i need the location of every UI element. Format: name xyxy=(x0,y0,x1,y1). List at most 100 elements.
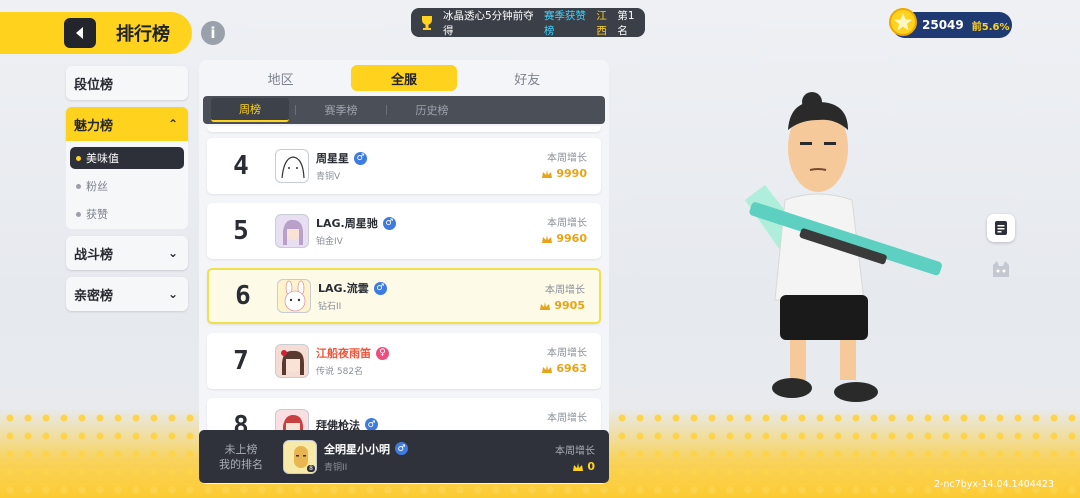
player-name-text: 全明星小小明 xyxy=(324,442,390,456)
growth-label: 本周增长 xyxy=(545,285,585,296)
tab-divider xyxy=(386,105,387,115)
player-name: 全明星小小明 ♂ xyxy=(324,441,408,457)
sidebar-item-label: 亲密榜 xyxy=(74,288,114,304)
notes-button[interactable] xyxy=(987,214,1015,242)
table-row[interactable]: 5 LAG.周星驰 ♂ 铂金IV 本周增长 9960 xyxy=(207,203,601,259)
growth-label: 本周增长 xyxy=(555,446,595,457)
player-name-text: LAG.流雲 xyxy=(318,282,369,295)
rank-number: 6 xyxy=(235,281,251,311)
table-row[interactable]: 6 LAG.流雲 ♂ 钻石II 本周增长 9905 xyxy=(207,268,601,324)
table-row[interactable]: 7 江船夜雨笛 ♀ 传说 582名 本周增长 6963 xyxy=(207,333,601,389)
currency-percent: 前5.6% xyxy=(971,21,1010,33)
player-character xyxy=(745,92,942,402)
player-name-text: 江船夜雨笛 xyxy=(316,347,371,360)
table-row xyxy=(207,126,601,132)
avatar[interactable] xyxy=(275,344,309,378)
avatar[interactable] xyxy=(275,149,309,183)
category-sidebar: 段位榜 魅力榜 ⌃ 美味值 粉丝 获赞 战斗榜 ⌄ 亲密榜 ⌄ xyxy=(66,66,188,318)
subitem-likes[interactable]: 获赞 xyxy=(70,203,184,225)
scope-tabs: 地区 全服 好友 xyxy=(199,60,609,96)
sidebar-item-charm[interactable]: 魅力榜 ⌃ xyxy=(66,107,188,141)
tab-region[interactable]: 地区 xyxy=(228,65,334,91)
growth-cell: 本周增长 9905 xyxy=(539,281,585,312)
growth-cell: 本周增长 6963 xyxy=(541,344,587,375)
player-name-text: LAG.周星驰 xyxy=(316,217,378,230)
growth-value: 9990 xyxy=(541,167,587,180)
chevron-up-icon: ⌃ xyxy=(167,117,178,131)
girl-avatar-icon xyxy=(283,219,303,245)
player-info: 江船夜雨笛 ♀ 传说 582名 xyxy=(316,345,389,377)
period-tabs: 周榜 赛季榜 历史榜 xyxy=(203,96,605,124)
growth-value: 9905 xyxy=(539,299,585,312)
pet-icon xyxy=(993,261,1009,277)
tab-friends[interactable]: 好友 xyxy=(474,65,580,91)
male-icon: ♂ xyxy=(373,281,387,295)
sidebar-item-label: 段位榜 xyxy=(74,77,114,93)
subitem-label: 粉丝 xyxy=(86,180,108,193)
table-row[interactable]: 4 周星星 ♂ 青铜V 本周增长 9990 xyxy=(207,138,601,194)
growth-value: 0 xyxy=(555,460,595,473)
my-rank-status-text: 未上榜 xyxy=(224,442,258,456)
info-icon[interactable]: i xyxy=(201,21,225,45)
player-name: LAG.流雲 ♂ xyxy=(318,280,387,296)
player-name: 周星星 ♂ xyxy=(316,150,367,166)
player-tier: 传说 582名 xyxy=(316,367,364,377)
sidebar-item-rank[interactable]: 段位榜 xyxy=(66,66,188,100)
currency-badge[interactable]: 25049 前5.6% xyxy=(889,8,1012,38)
player-name: LAG.周星驰 ♂ xyxy=(316,215,396,231)
growth-number: 6963 xyxy=(556,362,587,375)
bullet-icon xyxy=(76,211,81,217)
avatar[interactable] xyxy=(277,279,311,313)
crown-icon xyxy=(540,301,551,310)
avatar[interactable] xyxy=(275,214,309,248)
crown-icon xyxy=(542,169,553,178)
notes-icon xyxy=(995,221,1007,235)
growth-cell: 本周增长 0 xyxy=(555,442,595,473)
crown-icon xyxy=(542,364,553,373)
growth-cell: 本周增长 9960 xyxy=(541,214,587,245)
pet-button[interactable] xyxy=(987,255,1015,283)
avatar[interactable]: 8 xyxy=(283,439,317,474)
notice-banner: 冰晶透心5分钟前夺得 赛季获赞榜 江西 第1名 xyxy=(411,8,645,37)
tab-history[interactable]: 历史榜 xyxy=(393,98,471,122)
leaderboard-list[interactable]: 4 周星星 ♂ 青铜V 本周增长 9990 5 LAG.周星驰 ♂ 铂金IV 本… xyxy=(207,126,601,463)
chevron-down-icon: ⌄ xyxy=(167,246,178,260)
notice-text-3: 江西 xyxy=(596,9,607,37)
header-bar: 排行榜 xyxy=(0,12,192,54)
chevron-down-icon: ⌄ xyxy=(167,287,178,301)
player-name: 江船夜雨笛 ♀ xyxy=(316,345,389,361)
growth-value: 9960 xyxy=(541,232,587,245)
subitem-taste[interactable]: 美味值 xyxy=(70,147,184,169)
subitem-fans[interactable]: 粉丝 xyxy=(70,175,184,197)
my-rank-status: 未上榜 我的排名 xyxy=(199,442,283,472)
version-text: 2-nc7byx-14.04.1404423 xyxy=(934,479,1054,490)
sidebar-item-intimacy[interactable]: 亲密榜 ⌄ xyxy=(66,277,188,311)
player-info: 全明星小小明 ♂ 青铜II xyxy=(324,441,408,473)
growth-cell: 本周增长 9990 xyxy=(541,149,587,180)
tab-weekly[interactable]: 周榜 xyxy=(211,98,289,122)
female-icon: ♀ xyxy=(376,346,389,360)
player-name-text: 周星星 xyxy=(316,152,349,165)
tab-season[interactable]: 赛季榜 xyxy=(302,98,380,122)
bunny-avatar-icon xyxy=(284,280,306,312)
growth-label: 本周增长 xyxy=(547,153,587,164)
sidebar-item-battle[interactable]: 战斗榜 ⌄ xyxy=(66,236,188,270)
subitem-label: 美味值 xyxy=(86,152,119,165)
back-arrow-icon xyxy=(76,27,83,39)
crown-icon xyxy=(573,462,584,471)
sidebar-item-label: 战斗榜 xyxy=(74,247,114,263)
sidebar-item-label: 魅力榜 xyxy=(74,118,114,134)
player-tier: 铂金IV xyxy=(316,237,343,247)
my-rank-label: 我的排名 xyxy=(219,457,263,471)
crown-icon xyxy=(542,234,553,243)
subitem-label: 获赞 xyxy=(86,208,108,221)
my-rank-bar[interactable]: 未上榜 我的排名 8 全明星小小明 ♂ 青铜II 本周增长 0 xyxy=(199,430,609,483)
charm-sublist: 美味值 粉丝 获赞 xyxy=(66,141,188,229)
growth-label: 本周增长 xyxy=(547,218,587,229)
notice-text-2: 赛季获赞榜 xyxy=(543,9,586,37)
player-tier: 钻石II xyxy=(318,302,342,312)
back-button[interactable] xyxy=(64,18,96,48)
tab-global[interactable]: 全服 xyxy=(350,65,457,91)
player-info: LAG.流雲 ♂ 钻石II xyxy=(318,280,387,312)
growth-label: 本周增长 xyxy=(547,413,587,424)
